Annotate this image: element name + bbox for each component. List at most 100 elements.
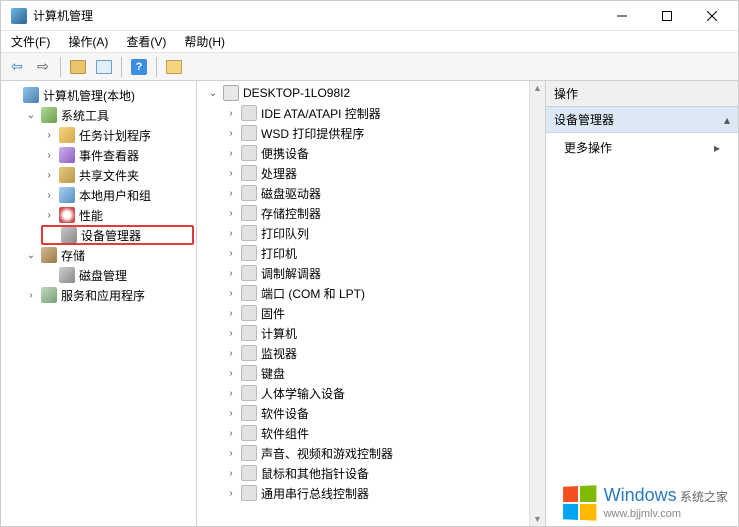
menu-action[interactable]: 操作(A) <box>64 31 112 52</box>
device-label: WSD 打印提供程序 <box>261 125 364 142</box>
scrollbar[interactable] <box>529 81 545 526</box>
device-category[interactable]: ›鼠标和其他指针设备 <box>223 463 543 483</box>
device-category[interactable]: ›声音、视频和游戏控制器 <box>223 443 543 463</box>
expander-icon[interactable]: › <box>225 187 237 199</box>
expander-icon[interactable]: › <box>225 487 237 499</box>
tree-performance[interactable]: ›性能 <box>41 205 194 225</box>
device-icon <box>241 105 257 121</box>
expander-icon[interactable]: › <box>225 147 237 159</box>
back-button[interactable]: ⇦ <box>5 55 29 79</box>
device-category[interactable]: ›软件设备 <box>223 403 543 423</box>
expander-icon[interactable]: › <box>225 267 237 279</box>
window-title: 计算机管理 <box>33 7 599 24</box>
more-actions-item[interactable]: 更多操作 ▸ <box>546 133 738 162</box>
pc-icon <box>223 85 239 101</box>
device-label: 存储控制器 <box>261 205 321 222</box>
properties-icon <box>96 60 112 74</box>
device-category[interactable]: ›计算机 <box>223 323 543 343</box>
tree-task-scheduler[interactable]: ›任务计划程序 <box>41 125 194 145</box>
expander-icon[interactable]: › <box>225 347 237 359</box>
expander-icon[interactable]: ⌄ <box>25 109 37 121</box>
menu-help[interactable]: 帮助(H) <box>180 31 229 52</box>
expander-icon[interactable]: › <box>225 367 237 379</box>
back-icon: ⇦ <box>11 58 23 75</box>
device-category[interactable]: ›监视器 <box>223 343 543 363</box>
toolbar: ⇦ ⇨ ? <box>1 53 738 81</box>
expander-icon[interactable]: ⌄ <box>25 249 37 261</box>
tree-device-manager[interactable]: ›设备管理器 <box>41 225 194 245</box>
device-category[interactable]: ›固件 <box>223 303 543 323</box>
expander-icon[interactable]: › <box>225 127 237 139</box>
expander-icon[interactable]: › <box>43 169 55 181</box>
menu-file[interactable]: 文件(F) <box>7 31 54 52</box>
device-category[interactable]: ›通用串行总线控制器 <box>223 483 543 503</box>
expander-icon[interactable]: › <box>225 247 237 259</box>
expander-icon[interactable]: › <box>225 387 237 399</box>
device-icon <box>241 345 257 361</box>
expander-icon[interactable]: › <box>25 289 37 301</box>
device-category[interactable]: ›键盘 <box>223 363 543 383</box>
forward-button[interactable]: ⇨ <box>31 55 55 79</box>
tree-event-viewer[interactable]: ›事件查看器 <box>41 145 194 165</box>
device-category[interactable]: ›IDE ATA/ATAPI 控制器 <box>223 103 543 123</box>
device-category[interactable]: ›软件组件 <box>223 423 543 443</box>
tree-storage[interactable]: ⌄ 存储 <box>23 245 194 265</box>
device-category[interactable]: ›打印队列 <box>223 223 543 243</box>
expander-icon[interactable]: › <box>225 287 237 299</box>
result-pane[interactable]: ⌄ DESKTOP-1LO98I2 ›IDE ATA/ATAPI 控制器›WSD… <box>197 81 546 526</box>
up-folder-button[interactable] <box>66 55 90 79</box>
device-icon <box>241 285 257 301</box>
show-hide-button[interactable] <box>162 55 186 79</box>
expander-icon[interactable]: › <box>225 307 237 319</box>
device-category[interactable]: › WSD 打印提供程序 <box>223 123 543 143</box>
action-pane-selection[interactable]: 设备管理器 ▴ <box>546 107 738 133</box>
device-category[interactable]: ›处理器 <box>223 163 543 183</box>
device-label: 磁盘驱动器 <box>261 185 321 202</box>
tree-shared-folders[interactable]: ›共享文件夹 <box>41 165 194 185</box>
maximize-button[interactable] <box>644 1 689 31</box>
device-category[interactable]: ›打印机 <box>223 243 543 263</box>
properties-button[interactable] <box>92 55 116 79</box>
minimize-button[interactable] <box>599 1 644 31</box>
menu-view[interactable]: 查看(V) <box>122 31 170 52</box>
expander-icon[interactable]: › <box>43 189 55 201</box>
film-icon <box>166 60 182 74</box>
device-label: 人体学输入设备 <box>261 385 345 402</box>
expander-icon[interactable]: › <box>43 209 55 221</box>
expander-icon[interactable]: › <box>225 407 237 419</box>
device-icon <box>241 425 257 441</box>
device-tree-root[interactable]: ⌄ DESKTOP-1LO98I2 <box>205 83 543 103</box>
expander-icon[interactable]: › <box>225 327 237 339</box>
expander-icon[interactable]: › <box>225 467 237 479</box>
expander-icon[interactable]: › <box>43 149 55 161</box>
device-icon <box>241 145 257 161</box>
expander-icon[interactable]: › <box>225 107 237 119</box>
expander-icon[interactable]: › <box>225 227 237 239</box>
tree-disk-management[interactable]: ›磁盘管理 <box>41 265 194 285</box>
device-category[interactable]: ›便携设备 <box>223 143 543 163</box>
device-category[interactable]: ›调制解调器 <box>223 263 543 283</box>
device-category[interactable]: › 人体学输入设备 <box>223 383 543 403</box>
expander-icon[interactable]: › <box>225 447 237 459</box>
expander-icon[interactable]: › <box>225 427 237 439</box>
tree-root[interactable]: ▾ 计算机管理(本地) <box>5 85 194 105</box>
expander-icon[interactable]: › <box>225 167 237 179</box>
device-category[interactable]: ›端口 (COM 和 LPT) <box>223 283 543 303</box>
close-button[interactable] <box>689 1 734 31</box>
device-manager-icon <box>61 227 77 243</box>
menu-bar: 文件(F) 操作(A) 查看(V) 帮助(H) <box>1 31 738 53</box>
device-category[interactable]: › 磁盘驱动器 <box>223 183 543 203</box>
scope-pane[interactable]: ▾ 计算机管理(本地) ⌄ 系统工具 ›任务计划程序 ›事件查看器 <box>1 81 197 526</box>
help-button[interactable]: ? <box>127 55 151 79</box>
tree-services-apps[interactable]: › 服务和应用程序 <box>23 285 194 305</box>
device-category[interactable]: › 存储控制器 <box>223 203 543 223</box>
tree-label: 计算机管理(本地) <box>43 87 135 104</box>
device-icon <box>241 185 257 201</box>
expander-icon[interactable]: › <box>225 207 237 219</box>
device-icon <box>241 365 257 381</box>
toolbar-separator <box>121 57 122 77</box>
tree-local-users[interactable]: ›本地用户和组 <box>41 185 194 205</box>
expander-icon[interactable]: ⌄ <box>207 87 219 99</box>
expander-icon[interactable]: › <box>43 129 55 141</box>
tree-system-tools[interactable]: ⌄ 系统工具 <box>23 105 194 125</box>
